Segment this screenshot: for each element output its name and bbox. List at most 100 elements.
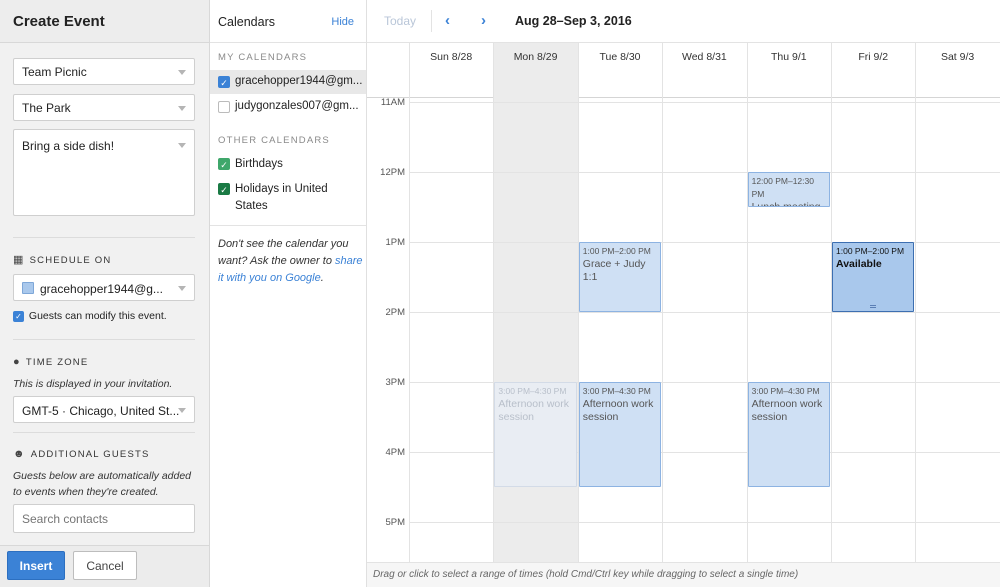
divider [13,432,195,433]
checkbox-checked-icon[interactable]: ✓ [218,183,230,195]
timezone-note: This is displayed in your invitation. [13,378,173,390]
day-header[interactable]: Sat 9/3 [915,51,999,63]
hour-label: 12PM [380,167,405,178]
event-title: Lunch meeting with Hugo [751,201,821,207]
hide-calendars-link[interactable]: Hide [331,16,354,28]
divider [431,10,432,32]
timezone-label: ● TIME ZONE [13,356,89,368]
chevron-down-icon [178,106,186,111]
column-divider [662,98,664,562]
calendar-event[interactable]: 12:00 PM–12:30 PM Lunch meeting with Hugo [747,172,830,207]
schedule-calendar-value: gracehopper1944@g... [40,282,163,296]
calendars-panel: Calendars Hide MY CALENDARS ✓ gracehoppe… [210,0,367,587]
day-header[interactable]: Tue 8/30 [578,51,662,63]
hour-line [409,172,1000,173]
guests-note: Guests below are automatically added to … [13,470,192,498]
column-divider [493,43,495,98]
share-calendar-note: Don't see the calendar you want? Ask the… [218,238,363,284]
hour-label: 4PM [385,447,405,458]
hour-line [409,522,1000,523]
calendars-title: Calendars [218,15,275,29]
calendar-event[interactable]: 3:00 PM–4:30 PM Afternoon work session [578,382,662,487]
schedule-calendar-select[interactable]: gracehopper1944@g... [13,274,195,301]
calendar-item[interactable]: ✓ Birthdays [210,155,366,177]
globe-icon: ● [13,356,21,368]
day-header[interactable]: Mon 8/29 [493,51,577,63]
day-header[interactable]: Thu 9/1 [747,51,831,63]
chevron-down-icon [178,286,186,291]
hour-label: 11AM [380,98,405,108]
description-field[interactable]: Bring a side dish! [13,129,195,216]
timezone-select[interactable]: GMT-5 · Chicago, United St... [13,396,195,423]
event-title: Afternoon work session [498,398,570,423]
description-value: Bring a side dish! [22,139,115,153]
column-divider [409,98,410,562]
divider [210,225,366,226]
my-calendars-label: MY CALENDARS [218,52,308,63]
column-divider [831,98,832,562]
calendar-item[interactable]: judygonzales007@gm... [210,96,366,118]
event-time: 3:00 PM–4:30 PM [582,386,651,396]
event-time: 1:00 PM–2:00 PM [836,246,905,256]
app-window: Create Event Team Picnic The Park Bring … [0,0,1000,587]
calendar-color-swatch [22,282,34,294]
calendar-item[interactable]: ✓ gracehopper1944@gm... [210,70,366,94]
guests-modify-label: Guests can modify this event. [28,310,167,322]
calendar-event[interactable]: 1:00 PM–2:00 PM Available [832,242,915,312]
location-field[interactable]: The Park [13,94,195,121]
column-divider [831,43,832,98]
column-divider [577,43,579,98]
checkbox-checked-icon[interactable]: ✓ [13,310,24,322]
insert-button[interactable]: Insert [7,551,65,580]
chevron-down-icon [178,70,186,75]
today-column [493,98,578,562]
hour-line [409,102,1000,103]
event-title-field[interactable]: Team Picnic [13,58,195,85]
chevron-right-icon[interactable]: › [481,12,486,29]
divider [13,237,195,238]
event-title: Grace + Judy 1:1 [582,258,646,283]
users-icon: ☻ [13,448,26,460]
date-range: Aug 28–Sep 3, 2016 [515,14,632,28]
chevron-down-icon [178,408,186,413]
calendar-name: judygonzales007@gm... [235,100,359,112]
column-divider [915,98,917,562]
day-header[interactable]: Fri 9/2 [831,51,915,63]
chevron-left-icon[interactable]: ‹ [445,12,450,29]
resize-handle-icon[interactable] [870,305,877,308]
event-time: 1:00 PM–2:00 PM [582,246,651,256]
today-button[interactable]: Today [384,14,416,28]
calendar-item[interactable]: ✓ Holidays in United States [210,181,366,217]
cancel-button[interactable]: Cancel [73,551,137,580]
week-view: Today ‹ › Aug 28–Sep 3, 2016 Sun 8/28 Mon… [367,0,1000,587]
checkbox-checked-icon[interactable]: ✓ [218,158,230,170]
calendar-event[interactable]: 1:00 PM–2:00 PM Grace + Judy 1:1 [578,242,662,312]
divider [13,339,195,340]
checkbox-checked-icon[interactable]: ✓ [218,76,230,88]
calendar-name: gracehopper1944@gm... [235,75,363,87]
calendar-name: Birthdays [235,158,283,170]
column-divider [746,98,748,562]
panel-title: Create Event [0,0,209,43]
calendar-name: Holidays in United States [235,183,328,212]
day-header[interactable]: Sun 8/28 [409,51,493,63]
other-calendars-label: OTHER CALENDARS [218,135,330,146]
event-time: 3:00 PM–4:30 PM [751,386,820,396]
calendar-event[interactable]: 3:00 PM–4:30 PM Afternoon work session [494,382,577,487]
schedule-label: ▦ SCHEDULE ON [13,254,112,266]
chevron-down-icon [178,143,186,148]
checkbox-unchecked-icon[interactable] [218,101,230,113]
search-contacts-input[interactable] [13,504,195,533]
day-header-row: Sun 8/28 Mon 8/29 Tue 8/30 Wed 8/31 Thu 9/1 F… [367,43,1000,98]
event-time: 3:00 PM–4:30 PM [498,386,567,396]
day-header[interactable]: Wed 8/31 [662,51,746,63]
time-grid[interactable]: 11AM 12PM 1PM 2PM 3PM 4PM 5PM 12:00 PM–12:30 PM… [367,98,1000,562]
event-title-value: Team Picnic [22,65,87,79]
guests-modify-option[interactable]: ✓ Guests can modify this event. [13,310,167,322]
hour-label: 1PM [385,237,405,248]
column-divider [662,43,664,98]
event-title: Available [836,258,882,270]
calendar-event[interactable]: 3:00 PM–4:30 PM Afternoon work session [747,382,830,487]
create-event-panel: Create Event Team Picnic The Park Bring … [0,0,210,587]
additional-guests-label: ☻ ADDITIONAL GUESTS [13,448,150,460]
